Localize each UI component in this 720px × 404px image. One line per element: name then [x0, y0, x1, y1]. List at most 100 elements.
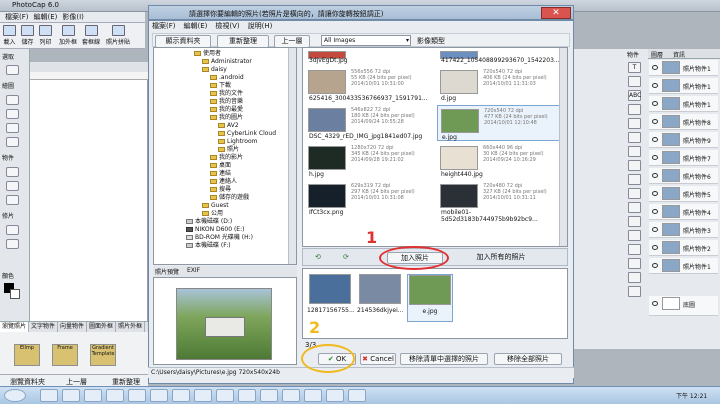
abc-object-tool[interactable]: ABC: [628, 90, 641, 101]
tree-node[interactable]: BD-ROM 光碟機 (H:): [186, 234, 253, 242]
image-filter-select[interactable]: All Images ▾: [321, 35, 411, 46]
tab-picture-frames[interactable]: 圖面外框: [87, 322, 117, 332]
eye-icon[interactable]: [652, 263, 658, 268]
tree-node[interactable]: .android: [210, 74, 244, 82]
rotate-left-icon[interactable]: ⟲: [315, 253, 321, 261]
collage-button[interactable]: 照片拼貼: [104, 25, 132, 46]
tab-vector-objects[interactable]: 向量物件: [58, 322, 88, 332]
tree-node[interactable]: 連結: [210, 170, 231, 178]
file-tile[interactable]: 546x822 72 dpi 180 KB (24 bits per pixel…: [305, 105, 433, 141]
print-button[interactable]: 列印: [37, 25, 54, 46]
tree-node[interactable]: 儲存的遊戲: [210, 194, 249, 202]
frame-object-tool[interactable]: [628, 118, 641, 129]
taskbar-app[interactable]: [326, 389, 344, 402]
tree-node[interactable]: AV2: [218, 122, 239, 130]
zoom-object-tool[interactable]: [628, 146, 641, 157]
tab-photo-preview[interactable]: 照片預覽: [155, 267, 179, 276]
palette-object-tool[interactable]: [628, 286, 641, 297]
save-button[interactable]: 儲存: [19, 25, 36, 46]
tree-node[interactable]: Administrator: [202, 58, 252, 66]
taskbar-app[interactable]: [106, 389, 124, 402]
dialog-menu-help[interactable]: 說明(H): [248, 21, 273, 31]
file-tile-selected[interactable]: 720x540 72 dpi 477 KB (24 bits per pixel…: [437, 105, 565, 141]
load-button[interactable]: 載入: [1, 25, 18, 46]
paint-object-tool[interactable]: [628, 132, 641, 143]
layer-row[interactable]: 照片物件8: [649, 114, 718, 130]
exif-object-tool[interactable]: [628, 174, 641, 185]
remove-all-button[interactable]: 移除全部照片: [494, 353, 562, 365]
selected-photo[interactable]: 214536dkjyei...: [357, 274, 404, 322]
frame-item[interactable]: Frame: [52, 344, 78, 366]
tree-node[interactable]: 我的音樂: [210, 98, 243, 106]
tree-node[interactable]: daisy: [202, 66, 227, 74]
close-icon[interactable]: ✕: [541, 7, 571, 19]
layer-row[interactable]: 照片物件1: [649, 96, 718, 112]
taskbar-app[interactable]: [304, 389, 322, 402]
taskbar-app[interactable]: [128, 389, 146, 402]
brush-tool[interactable]: [6, 95, 19, 105]
eye-icon[interactable]: [652, 119, 658, 124]
eye-icon[interactable]: [652, 191, 658, 196]
stamp-tool[interactable]: [6, 137, 19, 147]
eye-icon[interactable]: [652, 209, 658, 214]
menu-edit[interactable]: 編輯(E): [34, 12, 58, 22]
layer-row[interactable]: 照片物件9: [649, 132, 718, 148]
selected-photo[interactable]: 12817156755...: [307, 274, 355, 322]
background-color-swatch[interactable]: [10, 289, 20, 299]
tree-node[interactable]: 我的文件: [210, 90, 243, 98]
start-button[interactable]: [4, 389, 26, 402]
speech-object-tool[interactable]: [628, 230, 641, 241]
file-tile[interactable]: 629x319 72 dpi 297 KB (24 bits per pixel…: [305, 181, 433, 217]
dialog-object-tool[interactable]: [628, 76, 641, 87]
eye-icon[interactable]: [652, 137, 658, 142]
tree-node[interactable]: 本機磁碟 (D:): [186, 218, 232, 226]
file-tile[interactable]: 720x540 72 dpi 406 KB (24 bits per pixel…: [437, 67, 565, 103]
dialog-menu-edit[interactable]: 編輯(E): [184, 21, 208, 31]
line-object-tool[interactable]: [628, 244, 641, 255]
crop-tool[interactable]: [6, 225, 19, 235]
taskbar-app[interactable]: [260, 389, 278, 402]
image-object-tool[interactable]: [628, 104, 641, 115]
shape-tool[interactable]: [6, 181, 19, 191]
taskbar-app[interactable]: [348, 389, 366, 402]
eye-icon[interactable]: [652, 227, 658, 232]
tree-node[interactable]: 連絡人: [210, 178, 237, 186]
taskbar-app[interactable]: [172, 389, 190, 402]
eye-icon[interactable]: [652, 173, 658, 178]
tab-photo-frames[interactable]: 照片外框: [116, 322, 146, 332]
layer-row[interactable]: 照片物件6: [649, 168, 718, 184]
text-object-tool[interactable]: T: [628, 62, 641, 73]
grid-object-tool[interactable]: [628, 272, 641, 283]
taskbar-app[interactable]: [216, 389, 234, 402]
file-tile[interactable]: 1280x720 72 dpi 345 KB (24 bits per pixe…: [305, 143, 433, 179]
taskbar-app[interactable]: [40, 389, 58, 402]
clone-tool[interactable]: [6, 239, 19, 249]
text-tool[interactable]: [6, 167, 19, 177]
tree-node[interactable]: 桌面: [210, 162, 231, 170]
frame-item[interactable]: Ellmp: [14, 344, 40, 366]
tab-browse-photos[interactable]: 瀏覽照片: [0, 322, 30, 332]
select-tool[interactable]: [6, 65, 19, 75]
dialog-menu-file[interactable]: 檔案(F): [152, 21, 176, 31]
tree-node[interactable]: CyberLink Cloud: [218, 130, 276, 138]
calendar-object-tool[interactable]: [628, 202, 641, 213]
layer-row-background[interactable]: 底圖: [649, 296, 718, 316]
tab-layers[interactable]: 圖層: [651, 50, 663, 59]
add-all-photos-button[interactable]: 加入所有的照片: [455, 252, 547, 264]
tree-node[interactable]: Lightroom: [218, 138, 258, 146]
canvas-area[interactable]: [30, 72, 148, 321]
layer-row[interactable]: 照片物件1: [649, 78, 718, 94]
eye-icon[interactable]: [652, 301, 658, 306]
layer-row[interactable]: 照片物件1: [649, 258, 718, 274]
tree-node[interactable]: 下載: [210, 82, 231, 90]
tree-node[interactable]: 本機磁碟 (F:): [186, 242, 231, 250]
eye-icon[interactable]: [652, 155, 658, 160]
menu-image[interactable]: 影像(I): [62, 12, 84, 22]
tree-node[interactable]: Guest: [202, 202, 229, 210]
eraser-tool[interactable]: [6, 123, 19, 133]
tree-node[interactable]: NIKON D600 (E:): [186, 226, 244, 234]
eye-icon[interactable]: [652, 101, 658, 106]
taskbar-app[interactable]: [62, 389, 80, 402]
cancel-button[interactable]: ✖ Cancel: [360, 353, 396, 365]
layer-row[interactable]: 照片物件1: [649, 60, 718, 76]
